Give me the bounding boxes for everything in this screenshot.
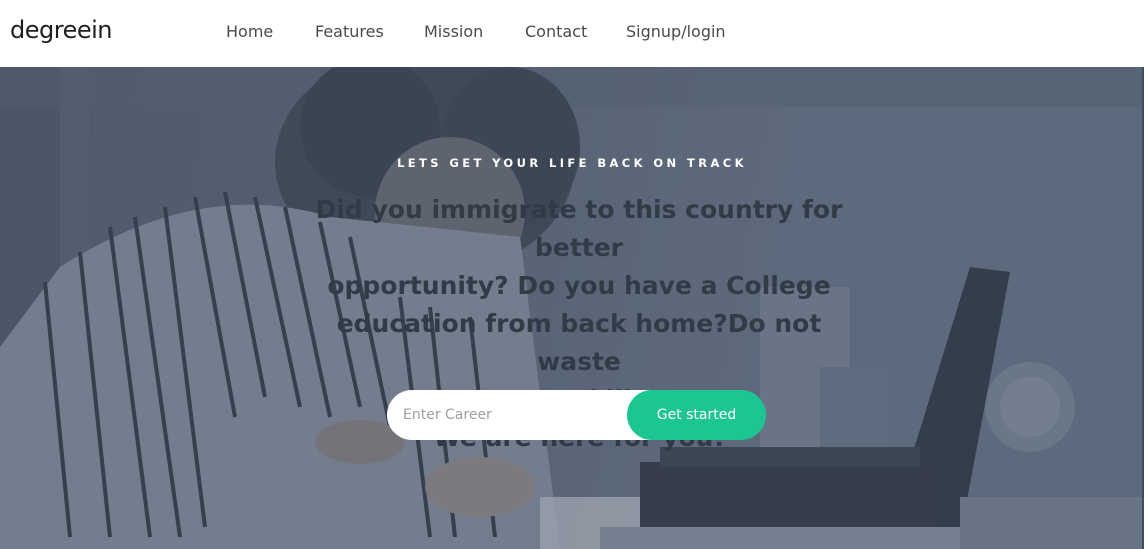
nav-link-home[interactable]: Home: [226, 22, 273, 41]
hero-section: LETS GET YOUR LIFE BACK ON TRACK Did you…: [0, 67, 1144, 549]
nav-link-mission[interactable]: Mission: [424, 22, 483, 41]
hero-headline-line: opportunity? Do you have a College: [327, 271, 831, 300]
brand-logo[interactable]: degreein: [10, 16, 112, 44]
top-navbar: degreein Home Features Mission Contact S…: [0, 0, 1144, 67]
hero-headline-line: Did you immigrate to this country for be…: [315, 195, 843, 262]
career-search-form: Get started: [387, 390, 767, 440]
nav-link-features[interactable]: Features: [315, 22, 384, 41]
nav-link-contact[interactable]: Contact: [525, 22, 587, 41]
get-started-button[interactable]: Get started: [627, 390, 766, 440]
career-input[interactable]: [387, 390, 667, 440]
nav-link-signup-login[interactable]: Signup/login: [626, 22, 726, 41]
hero-eyebrow: LETS GET YOUR LIFE BACK ON TRACK: [397, 156, 747, 170]
hero-headline-line: education from back home?Do not waste: [336, 309, 822, 376]
